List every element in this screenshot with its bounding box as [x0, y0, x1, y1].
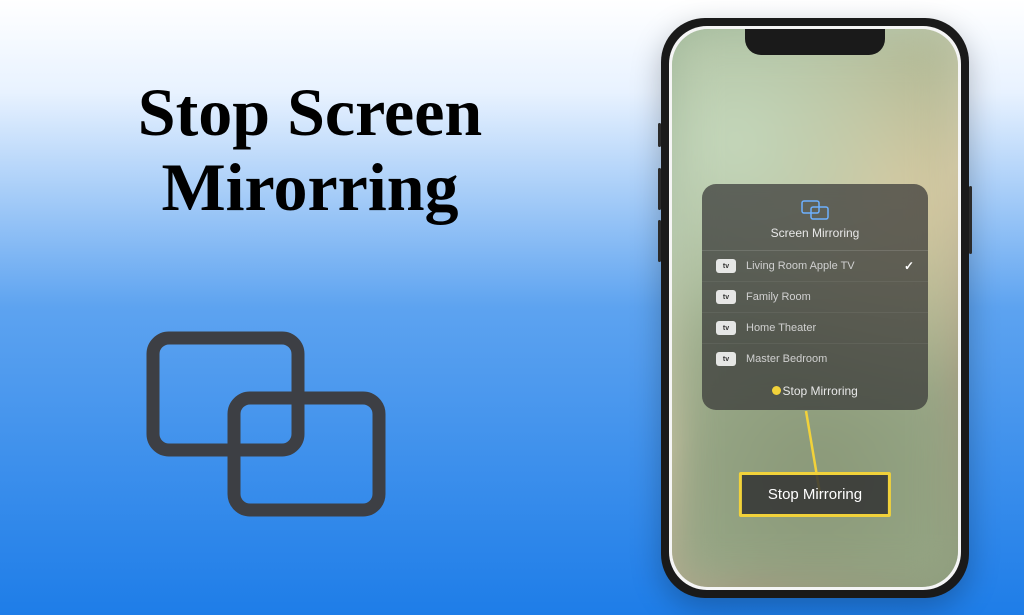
device-name-label: Living Room Apple TV — [746, 260, 894, 272]
device-row[interactable]: tv Master Bedroom — [702, 344, 928, 374]
screen-mirroring-icon — [135, 320, 395, 520]
apple-tv-icon: tv — [716, 321, 736, 335]
stop-mirroring-label: Stop Mirroring — [782, 384, 857, 398]
stop-mirroring-button[interactable]: Stop Mirroring — [702, 374, 928, 410]
device-name-label: Home Theater — [746, 322, 914, 334]
stop-mirroring-callout: Stop Mirroring — [739, 472, 891, 517]
phone-power-button — [969, 186, 972, 254]
device-row[interactable]: tv Living Room Apple TV ✓ — [702, 251, 928, 282]
device-name-label: Family Room — [746, 291, 914, 303]
phone-mockup: Screen Mirroring tv Living Room Apple TV… — [661, 18, 969, 598]
screen-mirroring-panel-icon — [801, 200, 829, 220]
phone-screen: Screen Mirroring tv Living Room Apple TV… — [672, 29, 958, 587]
callout-dot — [772, 386, 781, 395]
checkmark-icon: ✓ — [904, 259, 914, 273]
apple-tv-icon: tv — [716, 352, 736, 366]
panel-title: Screen Mirroring — [714, 226, 916, 240]
device-list: tv Living Room Apple TV ✓ tv Family Room… — [702, 251, 928, 374]
phone-volume-up-button — [658, 168, 661, 210]
apple-tv-icon: tv — [716, 290, 736, 304]
callout-label: Stop Mirroring — [768, 486, 862, 503]
phone-silence-switch — [658, 123, 661, 147]
headline-line-1: Stop Screen — [138, 74, 482, 150]
device-row[interactable]: tv Home Theater — [702, 313, 928, 344]
screen-mirroring-panel: Screen Mirroring tv Living Room Apple TV… — [702, 184, 928, 410]
device-row[interactable]: tv Family Room — [702, 282, 928, 313]
page-headline: Stop Screen Mirorring — [60, 75, 560, 225]
phone-notch — [745, 29, 885, 55]
phone-volume-down-button — [658, 220, 661, 262]
headline-line-2: Mirorring — [161, 149, 458, 225]
apple-tv-icon: tv — [716, 259, 736, 273]
device-name-label: Master Bedroom — [746, 353, 914, 365]
